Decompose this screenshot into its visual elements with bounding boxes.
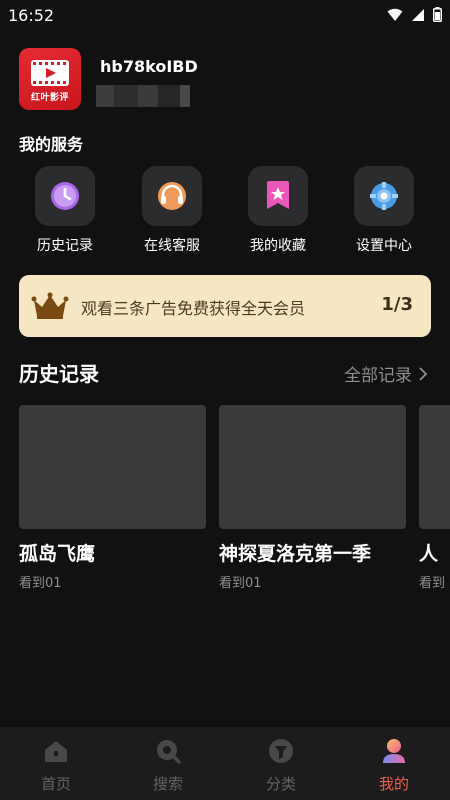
service-label: 我的收藏 xyxy=(250,238,306,254)
app-logo: 红叶影评 xyxy=(19,48,81,110)
search-icon xyxy=(157,740,181,764)
status-time: 16:52 xyxy=(8,6,55,25)
history-section-title: 历史记录 xyxy=(19,362,99,386)
nav-label: 分类 xyxy=(265,775,296,793)
watch-progress: 看到 xyxy=(419,576,446,591)
user-id-redacted xyxy=(96,85,190,107)
status-icons xyxy=(387,7,442,22)
history-card[interactable]: 孤岛飞鹰 看到01 xyxy=(19,405,206,591)
vip-ad-banner[interactable]: 观看三条广告免费获得全天会员 1/3 xyxy=(19,275,431,337)
history-card[interactable]: 神探夏洛克第一季 看到01 xyxy=(219,405,406,591)
battery-icon xyxy=(433,7,442,22)
service-label: 设置中心 xyxy=(356,238,412,254)
video-title: 孤岛飞鹰 xyxy=(19,543,96,565)
history-card[interactable]: 人 看到 xyxy=(419,405,450,591)
view-all-label: 全部记录 xyxy=(344,366,412,386)
banner-count: 1/3 xyxy=(381,294,413,315)
video-thumbnail xyxy=(219,405,406,529)
nav-search[interactable]: 搜索 xyxy=(112,727,224,800)
nav-home[interactable]: 首页 xyxy=(0,727,112,800)
history-tile xyxy=(35,166,95,226)
nav-profile[interactable]: 我的 xyxy=(338,727,450,800)
wifi-icon xyxy=(387,8,403,21)
nav-label: 我的 xyxy=(378,775,409,793)
nav-label: 首页 xyxy=(40,775,71,793)
username: hb78koIBD xyxy=(100,57,198,76)
bookmark-star-icon xyxy=(267,181,289,209)
chevron-right-icon xyxy=(419,366,428,381)
video-thumbnail xyxy=(19,405,206,529)
clock-icon xyxy=(51,182,79,210)
gear-icon xyxy=(370,182,398,210)
profile-header: 红叶影评 hb78koIBD xyxy=(19,48,439,112)
watch-progress: 看到01 xyxy=(19,576,62,591)
home-icon xyxy=(45,741,67,762)
category-icon xyxy=(269,739,293,763)
film-logo-icon xyxy=(31,60,69,86)
history-list: 孤岛飞鹰 看到01 神探夏洛克第一季 看到01 人 看到 xyxy=(19,405,450,595)
nav-label: 搜索 xyxy=(152,775,183,793)
service-settings[interactable]: 设置中心 xyxy=(339,166,429,258)
service-label: 历史记录 xyxy=(37,238,93,254)
support-tile xyxy=(142,166,202,226)
banner-text: 观看三条广告免费获得全天会员 xyxy=(81,299,306,318)
favorites-tile xyxy=(248,166,308,226)
services-grid: 历史记录 在线客服 我的收藏 设置中心 xyxy=(0,166,450,258)
video-title: 神探夏洛克第一季 xyxy=(219,543,372,565)
headset-icon xyxy=(158,182,186,210)
signal-icon xyxy=(412,8,424,21)
service-history[interactable]: 历史记录 xyxy=(20,166,110,258)
services-title: 我的服务 xyxy=(19,135,84,154)
view-all-history-link[interactable]: 全部记录 xyxy=(344,361,428,386)
crown-icon xyxy=(31,292,69,319)
nav-category[interactable]: 分类 xyxy=(225,727,337,800)
logo-text: 红叶影评 xyxy=(30,93,69,103)
profile-icon xyxy=(383,739,405,763)
service-support[interactable]: 在线客服 xyxy=(127,166,217,258)
settings-tile xyxy=(354,166,414,226)
service-label: 在线客服 xyxy=(144,238,200,254)
video-title: 人 xyxy=(419,543,439,565)
video-thumbnail xyxy=(419,405,450,529)
bottom-nav: 首页 搜索 分类 我的 xyxy=(0,727,450,800)
service-favorites[interactable]: 我的收藏 xyxy=(233,166,323,258)
status-bar: 16:52 xyxy=(0,0,450,32)
watch-progress: 看到01 xyxy=(219,576,262,591)
